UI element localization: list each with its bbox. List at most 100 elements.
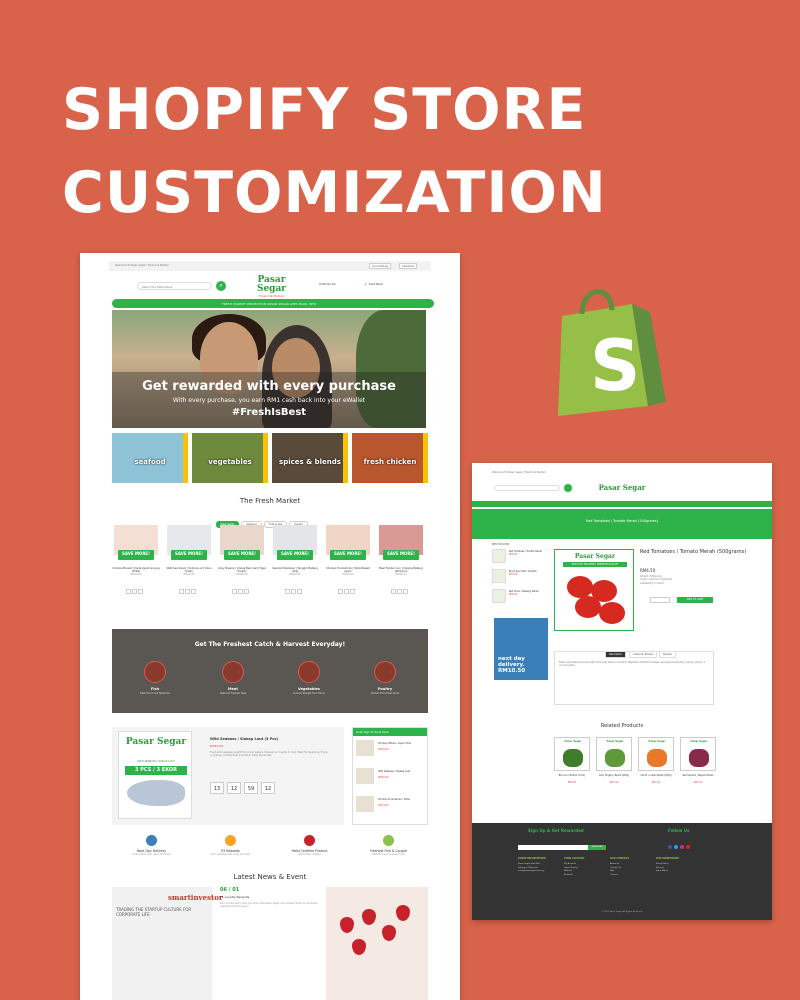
news-post[interactable]: 06 / 01 P1 Loyalty Rewards Earn points e…	[220, 887, 320, 1000]
deal-title[interactable]: Wild Seabass / Siakap Laut (3 Pcs)	[210, 737, 278, 741]
search-input[interactable]: Search Our Fresh Stores	[137, 282, 212, 290]
follow-heading: Follow Us	[668, 828, 690, 833]
product-page-screenshot: Welcome To Pasar Segar / Fresh Ink Marke…	[472, 463, 772, 920]
vegetable-icon	[298, 661, 320, 683]
side-list-header: Grab Sign To Save Here	[353, 728, 427, 736]
list-item[interactable]: Red Onion / Bawang Merah RM5.20	[492, 589, 546, 609]
product-meta: Weight: 500grams Origin: Cameron Highlan…	[640, 575, 673, 585]
subscribe-button[interactable]: SUBSCRIBE	[588, 845, 606, 850]
main-nav[interactable]	[472, 501, 772, 507]
category-row: seafood vegetables spices & blends fresh…	[112, 433, 428, 483]
product-card[interactable]: SAVE MORE! Wild Sea Squid | Sotong Lord (…	[165, 523, 213, 595]
account-button[interactable]: Account/Log	[369, 263, 391, 269]
deal-price: RM49.99	[210, 744, 224, 748]
rewards-icon	[225, 835, 236, 846]
add-to-cart-button[interactable]: ADD TO CART	[677, 597, 713, 603]
category-spices[interactable]: spices & blends	[272, 433, 348, 483]
checkout-button[interactable]: Checkout	[399, 263, 418, 269]
footer: Sign Up & Get Rewarded Follow Us SUBSCRI…	[472, 823, 772, 920]
usp-rewards: E5 Rewards Earn cashback with every purch…	[191, 835, 270, 856]
deal-description: Fresh wild seabass caught from local wat…	[210, 751, 328, 758]
product-card[interactable]: SAVE MORE! Beef Tender Loin | Daging Bata…	[377, 523, 425, 595]
instagram-icon[interactable]	[680, 845, 684, 849]
usp-delivery: Next Day Delivery Order before 9pm, get i…	[112, 835, 191, 856]
top-bar: Welcome To Pasar Segar / Fresh Ink Marke…	[492, 471, 546, 474]
search-icon[interactable]	[564, 484, 572, 492]
hero-banner[interactable]: Get rewarded with every purchase With ev…	[112, 310, 426, 428]
list-item[interactable]: Wild Seabass / Siakap Laut RM49.99	[356, 768, 426, 788]
tab-description[interactable]: Description	[605, 651, 627, 658]
svg-text:S: S	[590, 325, 640, 407]
site-logo[interactable]: Pasar Segar	[592, 483, 652, 492]
youtube-icon[interactable]	[686, 845, 690, 849]
best-sellers: BEST SELLERS Red Tomatoes / Tomato Merah…	[492, 543, 546, 603]
hero-hashtag: #FreshIsBest	[231, 407, 307, 418]
nav-items[interactable]: FRESH MARKET PROMOTION PASAR SEGAR APPS …	[222, 302, 316, 306]
related-product[interactable]: Pasar Segar Broccoli / Brokoli (1 Pcs) RM6…	[554, 737, 590, 799]
usp-halal: Halal Certified Product 100% Halal certif…	[270, 835, 349, 856]
countdown-timer: 13 12 59 12	[210, 775, 278, 794]
news-image[interactable]: smartinvestor TRADING THE STARTUP CULTUR…	[112, 887, 223, 1000]
leaf-icon	[383, 835, 394, 846]
category-seafood[interactable]: seafood	[112, 433, 188, 483]
list-item[interactable]: Chicken Whole / Ayam Utuh RM16.90	[356, 740, 426, 760]
product-card[interactable]: SAVE MORE! Chicken Drumsticks | Peha Bawa…	[324, 523, 372, 595]
related-product[interactable]: Pasar Segar Lady Fingers / Bendi (250g) RM…	[596, 737, 632, 799]
list-item[interactable]: Red Tomatoes / Tomato Merah RM4.50	[492, 549, 546, 569]
email-link[interactable]: ✉ Email Us	[319, 282, 336, 286]
product-card[interactable]: SAVE MORE! Grey Prawns | Udang Belo Gali …	[218, 523, 266, 595]
homepage-screenshot: Welcome To Pasar Segar / Fresh Ink Marke…	[80, 253, 460, 1000]
promo-image[interactable]: Pasar Segar WILD SEABASS / SIAKAP LAUT 3…	[118, 731, 192, 819]
strawberry-image[interactable]	[326, 887, 428, 1000]
hero-title: Get rewarded with every purchase	[142, 379, 396, 394]
product-tabs: Description Customer Review Recipes Fres…	[554, 651, 714, 705]
header: Pasar Segar	[472, 479, 772, 501]
tab-reviews[interactable]: Customer Review	[629, 651, 658, 658]
side-product-list: Grab Sign To Save Here Chicken Whole / A…	[352, 727, 428, 825]
main-nav: FRESH MARKET PROMOTION PASAR SEGAR APPS …	[112, 299, 434, 308]
product-title: Red Tomatoes / Tomato Merah (500grams)	[640, 549, 747, 555]
site-logo[interactable]: Pasar Segar Fresh Ink Market	[244, 276, 299, 299]
product-price: RM4.50	[640, 568, 656, 573]
quantity-stepper[interactable]	[650, 597, 670, 603]
tab-recipes[interactable]: Recipes	[659, 651, 676, 658]
facebook-icon[interactable]	[668, 845, 672, 849]
banner-title: Get The Freshest Catch & Harvest Everyda…	[194, 641, 346, 648]
related-product[interactable]: Pasar Segar Carrot / Lobak Merah (500g) RM…	[638, 737, 674, 799]
product-grid: SAVE MORE! Chicken Breast | Dada Ayam Gor…	[112, 523, 428, 595]
email-field[interactable]	[518, 845, 588, 850]
category-vegetables[interactable]: vegetables	[192, 433, 268, 483]
product-image[interactable]: Pasar Segar NEXT DAY DELIVERY | PREMIUM …	[554, 549, 634, 631]
category-chicken[interactable]: fresh chicken	[352, 433, 428, 483]
halal-icon	[304, 835, 315, 846]
welcome-text: Welcome To Pasar Segar / Fresh Ink Marke…	[115, 264, 169, 267]
list-item[interactable]: Chicken Drumsticks / Peha RM14.90	[356, 796, 426, 816]
related-title: Related Products	[600, 723, 644, 729]
product-card[interactable]: SAVE MORE! Spanish Mackerel | Tenggiri Ba…	[271, 523, 319, 595]
delivery-icon	[146, 835, 157, 846]
deal-of-the-day: Pasar Segar WILD SEABASS / SIAKAP LAUT 3…	[112, 727, 344, 825]
signup-heading: Sign Up & Get Rewarded	[528, 828, 584, 833]
search-icon[interactable]: ⌕	[216, 281, 226, 291]
twitter-icon[interactable]	[674, 845, 678, 849]
freshest-banner: Get The Freshest Catch & Harvest Everyda…	[112, 629, 428, 713]
list-item[interactable]: Bird's Eye Chilli / Cili Padi RM3.90	[492, 569, 546, 589]
tab-content: Fresh red tomatoes sourced daily from lo…	[559, 661, 706, 668]
headline-line-1: SHOPIFY STORE	[62, 77, 587, 143]
copyright: © 2021 Pasar Segar. All Rights Reserved.	[601, 911, 643, 913]
headline-line-2: CUSTOMIZATION	[62, 160, 607, 226]
usp-fresh: Freshest Fine & Caught Fresh from source …	[349, 835, 428, 856]
top-bar: Welcome To Pasar Segar / Fresh Ink Marke…	[109, 261, 431, 271]
fresh-market-title: The Fresh Market	[239, 497, 301, 505]
search-input[interactable]	[494, 485, 560, 491]
news-title: Latest News & Event	[233, 873, 307, 881]
cart-link[interactable]: 🛒 Cart Item	[364, 282, 383, 286]
product-card[interactable]: SAVE MORE! Chicken Breast | Dada Ayam Gor…	[112, 523, 160, 595]
usp-row: Next Day Delivery Order before 9pm, get i…	[112, 835, 428, 865]
slider-dots[interactable]	[260, 421, 272, 428]
delivery-ad[interactable]: next day delivery. RM10.50	[494, 618, 548, 680]
meat-icon	[222, 661, 244, 683]
related-product[interactable]: Pasar Segar Red Spinach / Bayam Merah RM2.…	[680, 737, 716, 799]
shopify-logo-icon: S	[558, 289, 666, 416]
poultry-icon	[374, 661, 396, 683]
